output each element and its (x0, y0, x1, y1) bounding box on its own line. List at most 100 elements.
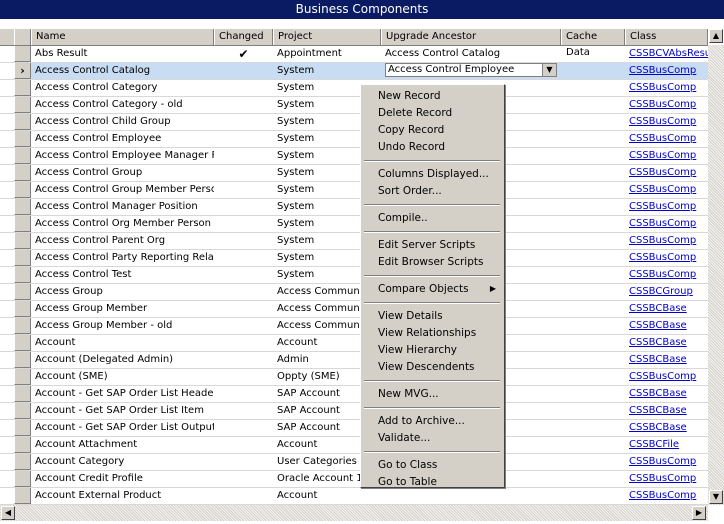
cell-name[interactable]: Account Category (31, 454, 214, 470)
row-selector[interactable] (14, 386, 31, 402)
menu-item-delete-record[interactable]: Delete Record (361, 105, 502, 121)
cell-project[interactable]: Account (273, 488, 381, 504)
cell-name[interactable]: Account (Delegated Admin) (31, 352, 214, 368)
cell-name[interactable]: Account - Get SAP Order List Item (31, 403, 214, 419)
table-row[interactable]: Access Control Group Member Persor System… (0, 182, 708, 199)
table-row[interactable]: Access Control Category System CSSBusComp (0, 80, 708, 97)
cell-cls[interactable]: CSSBusComp (625, 488, 708, 504)
cell-cls[interactable]: CSSBusComp (625, 97, 708, 113)
cell-changed[interactable] (214, 216, 273, 232)
row-selector[interactable] (14, 301, 31, 317)
table-row[interactable]: Account Attachment Account CSSBCFile (0, 437, 708, 454)
table-row[interactable]: Access Control Employee System CSSBusComp (0, 131, 708, 148)
scroll-down-icon[interactable]: ▼ (709, 490, 723, 504)
cell-name[interactable]: Access Control Category - old (31, 97, 214, 113)
row-selector[interactable] (14, 216, 31, 232)
cell-cls[interactable]: CSSBusComp (625, 80, 708, 96)
cell-changed[interactable] (214, 454, 273, 470)
cell-cache-data[interactable] (561, 386, 625, 402)
table-row[interactable]: Account Account CSSBCBase (0, 335, 708, 352)
row-selector[interactable] (14, 114, 31, 130)
cell-cache-data[interactable] (561, 80, 625, 96)
cell-changed[interactable] (214, 403, 273, 419)
cell-name[interactable]: Access Control Test (31, 267, 214, 283)
cell-cache-data[interactable] (561, 267, 625, 283)
cell-cache-data[interactable] (561, 182, 625, 198)
menu-item-view-hierarchy[interactable]: View Hierarchy (361, 342, 502, 358)
table-row[interactable]: Access Group Member Access Communit CSSBCB… (0, 301, 708, 318)
table-row[interactable]: Access Control Category - old System CSSBu… (0, 97, 708, 114)
cell-changed[interactable] (214, 250, 273, 266)
cell-cls[interactable]: CSSBCBase (625, 386, 708, 402)
menu-item-go-to-table[interactable]: Go to Table (361, 474, 502, 490)
cell-changed[interactable] (214, 63, 273, 79)
cell-cls[interactable]: CSSBusComp (625, 165, 708, 181)
table-row[interactable]: Access Control Group System CSSBusComp (0, 165, 708, 182)
cell-cache-data[interactable] (561, 471, 625, 487)
cell-cache-data[interactable] (561, 335, 625, 351)
row-selector[interactable] (14, 403, 31, 419)
menu-item-sort-order[interactable]: Sort Order... (361, 183, 502, 199)
vertical-scrollbar[interactable]: ▲ ▼ (708, 29, 724, 505)
row-selector[interactable] (14, 165, 31, 181)
cell-name[interactable]: Access Group Member (31, 301, 214, 317)
table-row[interactable]: Access Control Parent Org System CSSBusCom… (0, 233, 708, 250)
table-row[interactable]: Abs Result ✔ Appointment Access Control Cat… (0, 46, 708, 63)
cell-cache-data[interactable] (561, 131, 625, 147)
table-row[interactable]: Account - Get SAP Order List Item SAP Acc… (0, 403, 708, 420)
menu-item-new-record[interactable]: New Record (361, 88, 502, 104)
table-row[interactable]: Account (Delegated Admin) Admin CSSBCBase (0, 352, 708, 369)
row-selector[interactable] (14, 335, 31, 351)
cell-changed[interactable] (214, 148, 273, 164)
cell-changed[interactable] (214, 352, 273, 368)
cell-name[interactable]: Account - Get SAP Order List Header (31, 386, 214, 402)
cell-changed[interactable] (214, 131, 273, 147)
cell-cache-data[interactable] (561, 488, 625, 504)
row-selector[interactable] (14, 46, 31, 62)
row-selector[interactable] (14, 437, 31, 453)
cell-changed[interactable] (214, 471, 273, 487)
cell-changed[interactable] (214, 488, 273, 504)
cell-changed[interactable] (214, 233, 273, 249)
cell-cls[interactable]: CSSBCBase (625, 352, 708, 368)
table-row[interactable]: Account - Get SAP Order List Header SAP A… (0, 386, 708, 403)
row-selector[interactable] (14, 369, 31, 385)
cell-cache-data[interactable] (561, 352, 625, 368)
cell-name[interactable]: Account External Product (31, 488, 214, 504)
cell-changed[interactable] (214, 284, 273, 300)
cell-name[interactable]: Account Attachment (31, 437, 214, 453)
cell-name[interactable]: Account Credit Profile (31, 471, 214, 487)
cell-changed[interactable] (214, 165, 273, 181)
cell-cls[interactable]: CSSBusComp (625, 369, 708, 385)
cell-cache-data[interactable] (561, 199, 625, 215)
cell-changed[interactable] (214, 437, 273, 453)
row-selector[interactable] (14, 97, 31, 113)
cell-name[interactable]: Account - Get SAP Order List Output (31, 420, 214, 436)
cell-changed[interactable] (214, 182, 273, 198)
cell-cls[interactable]: CSSBusComp (625, 250, 708, 266)
cell-name[interactable]: Access Control Org Member Person (31, 216, 214, 232)
table-row[interactable]: Access Group Member - old Access Communit… (0, 318, 708, 335)
row-selector[interactable] (14, 420, 31, 436)
cell-name[interactable]: Access Control Category (31, 80, 214, 96)
row-selector[interactable] (14, 199, 31, 215)
row-selector[interactable] (14, 471, 31, 487)
menu-item-edit-server-scripts[interactable]: Edit Server Scripts (361, 237, 502, 253)
cell-name[interactable]: Abs Result (31, 46, 214, 62)
row-selector[interactable] (14, 80, 31, 96)
menu-item-edit-browser-scripts[interactable]: Edit Browser Scripts (361, 254, 502, 270)
cell-ancestor[interactable]: Access Control Catalog (381, 46, 561, 62)
cell-cache-data[interactable] (561, 250, 625, 266)
row-selector[interactable] (14, 318, 31, 334)
table-row[interactable]: Access Control Org Member Person System CS… (0, 216, 708, 233)
cell-cache-data[interactable] (561, 284, 625, 300)
cell-name[interactable]: Access Control Group Member Persor (31, 182, 214, 198)
table-row[interactable]: Access Control Test System CSSBusComp (0, 267, 708, 284)
cell-name[interactable]: Account (31, 335, 214, 351)
cell-cache-data[interactable] (561, 318, 625, 334)
scroll-up-icon[interactable]: ▲ (709, 29, 723, 43)
table-row[interactable]: Access Control Employee Manager Po System… (0, 148, 708, 165)
scroll-right-icon[interactable]: ▶ (692, 506, 706, 520)
cell-cache-data[interactable] (561, 216, 625, 232)
cell-cls[interactable]: CSSBusComp (625, 114, 708, 130)
